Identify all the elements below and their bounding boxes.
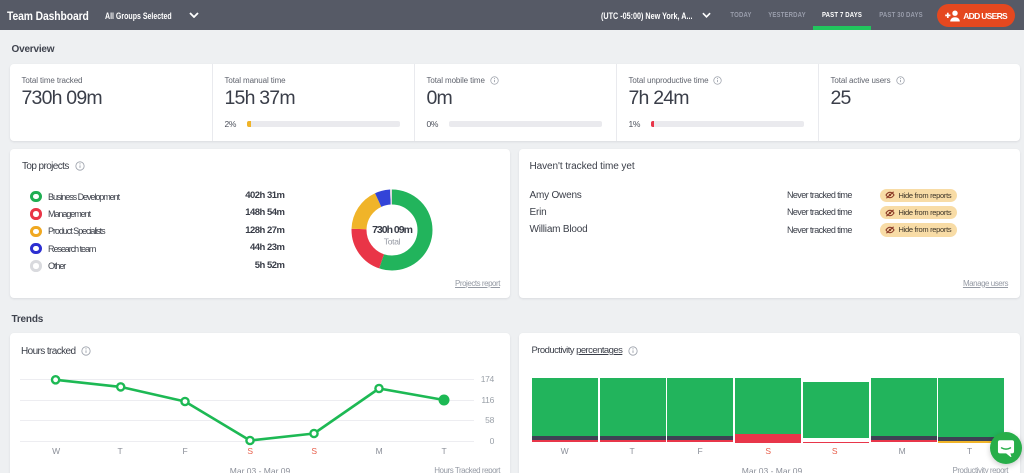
svg-text:Total: Total <box>383 237 400 247</box>
svg-text:730h 09m: 730h 09m <box>372 224 413 236</box>
